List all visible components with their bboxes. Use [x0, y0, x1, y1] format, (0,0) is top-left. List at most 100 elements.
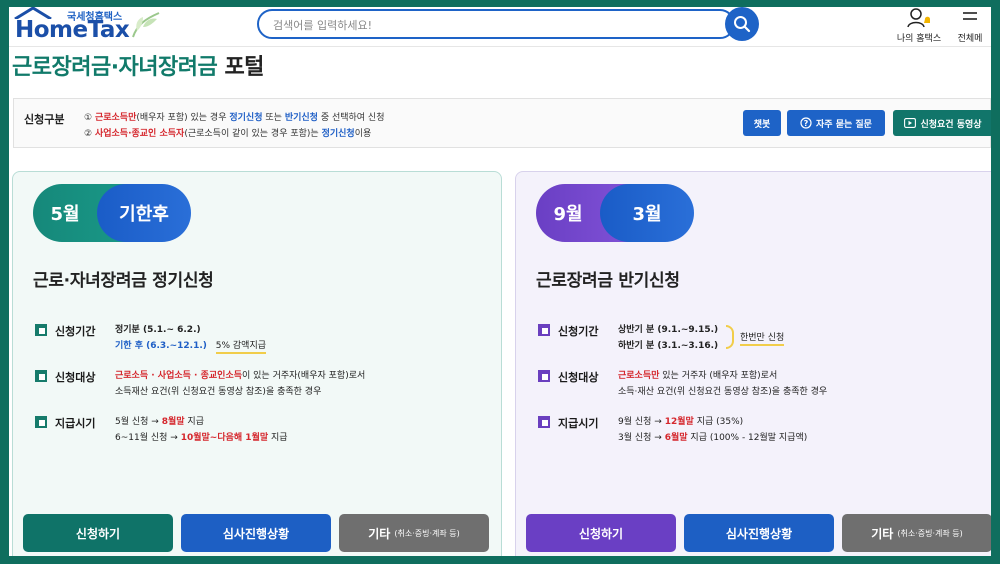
half-year-application-card: 9월 3월 근로장려금 반기신청 신청기간 상반기 분 (9.1.~9.15.)…: [515, 171, 991, 556]
target-highlight: 근로소득만: [618, 371, 660, 381]
all-menu-label: 전체메: [957, 34, 983, 44]
application-type-bar: 신청구분 ① 근로소득만(배우자 포함) 있는 경우 정기신청 또는 반기신청 …: [13, 98, 991, 148]
faq-button[interactable]: ? 자주 묻는 질문: [787, 110, 885, 136]
payment-line2-b: 지급 (100% - 12월말 지급액): [690, 433, 808, 443]
target-highlight: 근로소득 · 사업소득 · 종교인소득: [115, 371, 243, 381]
application-type-line-2: ② 사업소득·종교인 소득자(근로소득이 같이 있는 경우 포함)는 정기신청이…: [84, 126, 371, 139]
my-hometax-label: 나의 홈택스: [896, 34, 942, 44]
payment-label: 지급시기: [55, 417, 96, 430]
target-label: 신청대상: [558, 371, 599, 384]
payment-line2-red: 6월말: [664, 433, 688, 443]
pill-march-label: 3월: [600, 184, 694, 242]
payment-line2-a: 3월 신청 →: [618, 433, 662, 443]
payment-line2-b: 지급: [271, 433, 288, 443]
half-etc-button[interactable]: 기타 (취소·증빙·계좌 등): [842, 514, 991, 552]
payment-line2-red: 10월말~다음해 1월말: [180, 433, 269, 443]
payment-line1-b: 지급: [187, 417, 204, 427]
target-text: 있는 거주자 (배우자 포함)로서: [662, 371, 778, 381]
payment-line1-b: 지급 (35%): [696, 417, 744, 427]
play-icon: [904, 118, 917, 128]
checkbox-icon: [35, 370, 47, 382]
video-label: 신청요건 동영상: [920, 119, 982, 130]
line1-number: ①: [84, 113, 93, 123]
checkbox-icon: [538, 324, 550, 336]
line1-regular-apply: 정기신청: [229, 113, 263, 123]
period-line-2: 기한 후 (6.3.~12.1.): [115, 341, 207, 351]
checkbox-icon: [538, 370, 550, 382]
period-line-1: 상반기 분 (9.1.~9.15.): [618, 325, 719, 335]
bracket-mark: [726, 325, 734, 349]
line1-text-2: 또는: [265, 113, 282, 123]
regular-etc-button[interactable]: 기타 (취소·증빙·계좌 등): [339, 514, 489, 552]
page-title: 근로장려금·자녀장려금 포털: [12, 49, 264, 81]
target-line-2: 소득재산 요건(위 신청요건 동영상 참조)을 충족한 경우: [115, 387, 322, 397]
apply-label: 신청하기: [578, 526, 624, 541]
faq-label: 자주 묻는 질문: [816, 119, 872, 130]
chatbot-label: 챗봇: [753, 119, 771, 130]
period-note: 한번만 신청: [740, 330, 785, 346]
requirements-video-button[interactable]: 신청요건 동영상: [893, 110, 991, 136]
half-apply-button[interactable]: 신청하기: [526, 514, 676, 552]
page-title-suffix: 포털: [224, 55, 264, 80]
etc-label: 기타: [368, 526, 391, 541]
payment-label: 지급시기: [558, 417, 599, 430]
line2-text-2: 이용: [354, 129, 372, 139]
search-button[interactable]: [725, 7, 759, 41]
my-hometax-link[interactable]: 나의 홈택스: [889, 8, 949, 45]
search-box: [257, 9, 735, 39]
etc-sub-label: (취소·증빙·계좌 등): [394, 528, 460, 538]
apply-label: 신청하기: [75, 526, 121, 541]
application-type-label: 신청구분: [24, 113, 65, 126]
search-icon: [734, 16, 751, 33]
payment-line1-a: 5월 신청 →: [115, 417, 159, 427]
page-title-main: 근로장려금·자녀장려금: [12, 55, 218, 80]
logo-title: HomeTax: [15, 17, 130, 43]
pill-may-label: 5월: [50, 204, 80, 225]
half-status-button[interactable]: 심사진행상황: [684, 514, 834, 552]
status-label: 심사진행상황: [725, 526, 793, 541]
leaf-icon: [132, 12, 160, 38]
period-label: 신청기간: [558, 325, 599, 338]
line2-highlight-red: 사업소득·종교인 소득자: [94, 129, 185, 139]
pill-late-label: 기한후: [97, 184, 191, 242]
page-frame: 국세청홈택스 HomeTax 나의 홈택스: [9, 7, 991, 556]
period-label: 신청기간: [55, 325, 96, 338]
etc-label: 기타: [871, 526, 894, 541]
regular-card-title: 근로·자녀장려금 정기신청: [33, 271, 214, 291]
payment-line1-red: 8월말: [161, 417, 185, 427]
search-input[interactable]: [273, 16, 693, 34]
regular-apply-button[interactable]: 신청하기: [23, 514, 173, 552]
regular-application-card: 5월 기한후 근로·자녀장려금 정기신청 신청기간 정기분 (5.1.~ 6.2…: [12, 171, 502, 556]
period-note: 5% 감액지급: [215, 341, 267, 354]
all-menu-link[interactable]: 전체메: [949, 9, 991, 45]
application-type-line-1: ① 근로소득만(배우자 포함) 있는 경우 정기신청 또는 반기신청 중 선택하…: [84, 110, 385, 123]
period-line-1: 정기분 (5.1.~ 6.2.): [115, 325, 201, 335]
payment-line1-a: 9월 신청 →: [618, 417, 662, 427]
question-icon: ?: [800, 117, 812, 129]
checkbox-icon: [538, 416, 550, 428]
pill-september-label: 9월: [553, 204, 583, 225]
line1-highlight-red: 근로소득만: [94, 113, 137, 123]
chatbot-button[interactable]: 챗봇: [743, 110, 781, 136]
line1-half-apply: 반기신청: [284, 113, 318, 123]
svg-text:?: ?: [804, 119, 809, 128]
line2-text-1: (근로소득이 같이 있는 경우 포함)는: [184, 129, 319, 139]
line1-text-1: (배우자 포함) 있는 경우: [136, 113, 227, 123]
period-line-2: 하반기 분 (3.1.~3.16.): [618, 341, 719, 351]
half-card-title: 근로장려금 반기신청: [536, 271, 680, 291]
status-label: 심사진행상황: [222, 526, 290, 541]
target-text: 이 있는 거주자(배우자 포함)로서: [242, 371, 366, 381]
menu-icon: [963, 12, 977, 20]
user-bell-icon: [907, 8, 930, 28]
target-line-2: 소득·재산 요건(위 신청요건 동영상 참조)을 충족한 경우: [618, 387, 828, 397]
line1-text-3: 중 선택하여 신청: [320, 113, 385, 123]
line2-number: ②: [84, 129, 93, 139]
hometax-logo[interactable]: 국세청홈택스 HomeTax: [13, 7, 163, 45]
payment-line2-a: 6~11월 신청 →: [115, 433, 178, 443]
checkbox-icon: [35, 416, 47, 428]
etc-sub-label: (취소·증빙·계좌 등): [897, 528, 963, 538]
period-pill: 5월 기한후: [33, 184, 193, 242]
regular-status-button[interactable]: 심사진행상황: [181, 514, 331, 552]
target-label: 신청대상: [55, 371, 96, 384]
payment-line1-red: 12월말: [664, 417, 694, 427]
